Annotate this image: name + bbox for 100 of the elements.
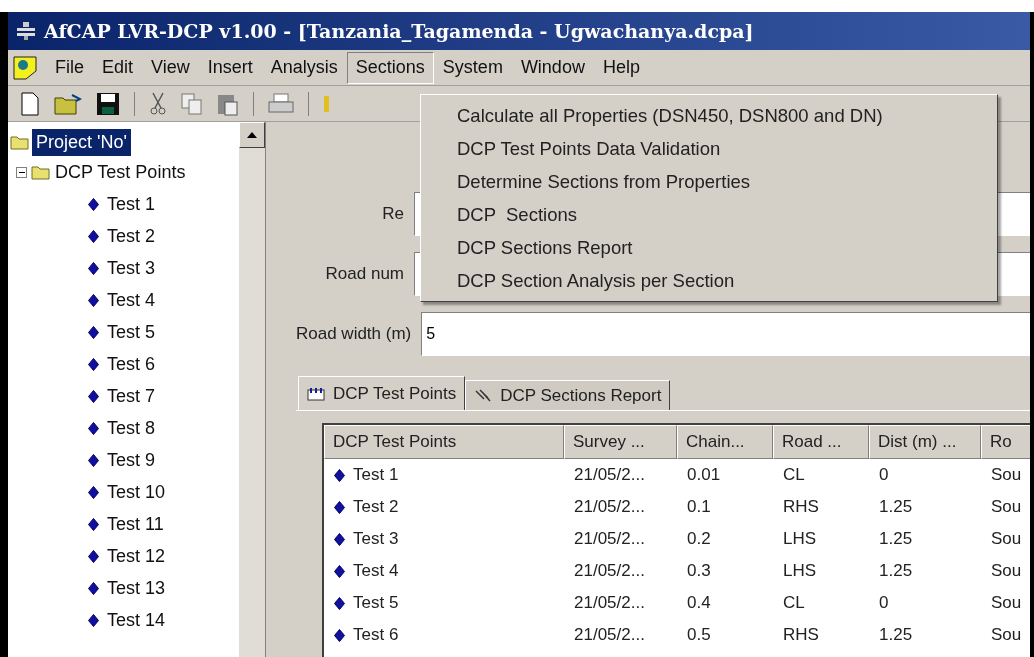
app-logo-icon xyxy=(12,54,38,81)
column-header[interactable]: Chain... xyxy=(677,425,773,459)
table-cell-text: 21/05/2... xyxy=(574,560,645,583)
tree-item[interactable]: Test 1 xyxy=(107,190,156,218)
column-header[interactable]: DCP Test Points xyxy=(324,425,564,459)
table-cell-text: CL xyxy=(783,464,805,487)
tree-item[interactable]: Test 2 xyxy=(107,222,156,250)
table-cell-text: Test 4 xyxy=(353,560,399,583)
table-cell-text: 21/05/2... xyxy=(574,624,645,647)
table-cell-text: Test 5 xyxy=(353,592,399,615)
diamond-icon xyxy=(334,532,345,546)
app-icon xyxy=(16,21,36,41)
table-cell-text: Sou xyxy=(991,464,1022,487)
table-cell-text: 1.25 xyxy=(879,528,913,551)
tab[interactable]: DCP Sections Report xyxy=(465,380,671,410)
diamond-icon xyxy=(88,453,99,467)
tree-item[interactable]: Test 14 xyxy=(107,606,166,634)
menu-item[interactable]: View xyxy=(142,51,199,84)
folder-icon xyxy=(10,134,30,150)
scroll-up-button[interactable] xyxy=(239,122,265,148)
tree-item[interactable]: Test 11 xyxy=(107,510,164,538)
window-title: AfCAP LVR-DCP v1.00 - [Tanzania_Tagamenda - Ugwachanya.dcpa] xyxy=(44,18,754,44)
table-cell-text: RHS xyxy=(783,624,819,647)
menu-entry[interactable]: DCP Section Analysis per Section xyxy=(421,264,997,297)
table-cell-text: LHS xyxy=(783,528,817,551)
cut-icon[interactable] xyxy=(149,91,167,116)
table-cell-text: Test 6 xyxy=(353,624,399,647)
table-cell-text: RHS xyxy=(783,496,819,519)
table-cell-text: 0.1 xyxy=(687,496,711,519)
menu-entry[interactable]: DCP Sections Report xyxy=(421,231,997,264)
field-label: Road width (m) xyxy=(296,323,412,346)
table-cell-text: Test 2 xyxy=(353,496,399,519)
table-cell-text: Sou xyxy=(991,624,1022,647)
column-header[interactable]: Road ... xyxy=(773,425,869,459)
table-cell-text: 21/05/2... xyxy=(574,592,645,615)
menu-entry[interactable]: DCP Sections xyxy=(421,198,997,231)
tree-item[interactable]: Test 6 xyxy=(107,350,156,378)
column-header[interactable]: Survey ... xyxy=(564,425,677,459)
diamond-icon xyxy=(88,421,99,435)
scrollbar[interactable] xyxy=(239,122,265,657)
table-cell-text: CL xyxy=(783,592,805,615)
column-header[interactable]: Dist (m) ... xyxy=(869,425,981,459)
tab[interactable]: DCP Test Points xyxy=(298,376,466,410)
diamond-icon xyxy=(88,293,99,307)
menu-item[interactable]: Analysis xyxy=(261,51,347,84)
menu-item[interactable]: File xyxy=(46,51,93,84)
tree-item[interactable]: Test 13 xyxy=(107,574,166,602)
tree-item[interactable]: Project 'No' xyxy=(32,128,131,156)
table-cell-text: 0.01 xyxy=(687,464,721,487)
new-file-icon[interactable] xyxy=(20,91,40,116)
table-cell-text: Sou xyxy=(991,528,1022,551)
diamond-icon xyxy=(88,485,99,499)
table-cell-text: 0.4 xyxy=(687,592,711,615)
table-cell-text: Sou xyxy=(991,592,1022,615)
tree-item[interactable]: Test 8 xyxy=(107,414,156,442)
diamond-icon xyxy=(88,261,99,275)
diamond-icon xyxy=(88,197,99,211)
diamond-icon xyxy=(88,517,99,531)
menu-item[interactable]: Window xyxy=(511,51,594,84)
tree-item[interactable]: Test 5 xyxy=(107,318,156,346)
printer-icon[interactable] xyxy=(268,92,294,115)
tree-item[interactable]: Test 7 xyxy=(107,382,156,410)
save-icon[interactable] xyxy=(96,91,120,116)
tree-item[interactable]: Test 12 xyxy=(107,542,166,570)
table-cell-text: 21/05/2... xyxy=(574,528,645,551)
copy-icon[interactable] xyxy=(181,92,203,115)
up-arrow-icon xyxy=(247,132,257,138)
table-cell-text: 21/05/2... xyxy=(574,496,645,519)
tree-item[interactable]: DCP Test Points xyxy=(55,158,186,186)
menu-item[interactable]: Edit xyxy=(93,51,143,84)
menu-item[interactable]: Sections xyxy=(346,51,434,84)
table-cell-text: 1.25 xyxy=(879,560,913,583)
diamond-icon xyxy=(88,325,99,339)
menu-entry[interactable]: Determine Sections from Properties xyxy=(421,165,997,198)
diamond-icon xyxy=(334,628,345,642)
diamond-icon xyxy=(334,596,345,610)
field-label: Re xyxy=(381,203,404,226)
tree-item[interactable]: Test 9 xyxy=(107,446,156,474)
menu-entry[interactable]: Calculate all Properties (DSN450, DSN800 and DN) xyxy=(421,99,997,132)
menu-item[interactable]: Insert xyxy=(198,51,262,84)
menu-item[interactable]: System xyxy=(433,51,512,84)
diamond-icon xyxy=(88,357,99,371)
table-cell-text: 0.2 xyxy=(687,528,711,551)
menu-item[interactable]: Help xyxy=(593,51,649,84)
diamond-icon xyxy=(334,500,345,514)
table-cell-text: 0 xyxy=(879,592,889,615)
folder-icon[interactable] xyxy=(54,92,82,115)
tree-item[interactable]: Test 3 xyxy=(107,254,156,282)
table-cell-text: LHS xyxy=(783,560,817,583)
tree-item[interactable]: Test 4 xyxy=(107,286,156,314)
table-cell-text: Sou xyxy=(991,560,1022,583)
table-cell-text: 21/05/2... xyxy=(574,464,645,487)
diamond-icon xyxy=(88,581,99,595)
collapse-icon[interactable] xyxy=(16,166,27,178)
menu-entry[interactable]: DCP Test Points Data Validation xyxy=(421,132,997,165)
diamond-icon xyxy=(334,564,345,578)
table-cell-text: 0 xyxy=(879,464,889,487)
table-cell-text: Test 1 xyxy=(353,464,399,487)
table-cell-text: Test 3 xyxy=(353,528,399,551)
tree-item[interactable]: Test 10 xyxy=(107,478,166,506)
